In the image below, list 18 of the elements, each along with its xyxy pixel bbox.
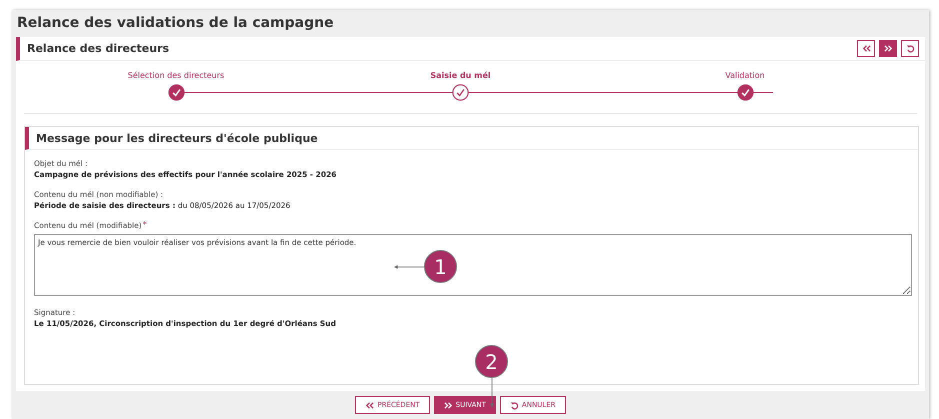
double-right-chevron-icon (444, 400, 453, 410)
section-title: Relance des directeurs (27, 42, 170, 55)
undo-icon (906, 44, 914, 53)
double-left-chevron-icon (365, 400, 374, 410)
page-title: Relance des validations de la campagne (16, 14, 335, 33)
toolbar-button[interactable] (901, 40, 919, 57)
undo-icon (510, 400, 519, 410)
leader-arrow (394, 262, 424, 270)
panel-title: Message pour les directeurs d'école publique (36, 132, 318, 144)
double-right-chevron-icon (884, 44, 892, 53)
leader-arrow (488, 378, 496, 408)
required-mark: * (142, 221, 147, 231)
toolbar-button[interactable] (857, 40, 875, 57)
toolbar-button[interactable] (879, 40, 897, 57)
step-label: Validation (725, 71, 765, 80)
double-left-chevron-icon (862, 44, 870, 53)
step-label: Saisie du mél (430, 71, 491, 80)
step-label: Sélection des directeurs (128, 71, 224, 80)
